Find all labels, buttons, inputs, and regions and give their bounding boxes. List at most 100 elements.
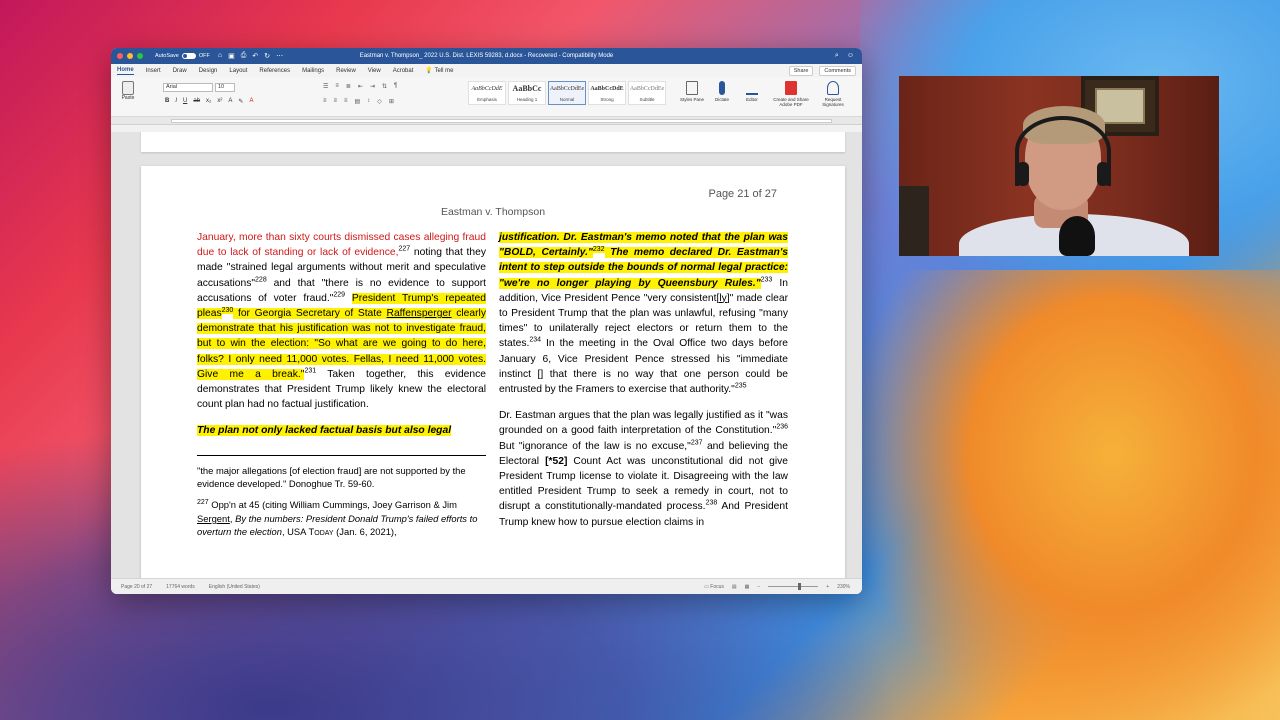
shelf — [899, 186, 929, 256]
tab-design[interactable]: Design — [199, 68, 218, 74]
align-center-icon[interactable]: ≡ — [334, 98, 338, 105]
line-spacing-icon[interactable]: ↕ — [367, 98, 370, 105]
document-page[interactable]: Page 21 of 27 Eastman v. Thompson Januar… — [141, 166, 845, 578]
paragraph: justification. Dr. Eastman's memo noted … — [499, 232, 789, 396]
tell-me-search[interactable]: 💡 Tell me — [425, 67, 453, 74]
web-layout-icon[interactable]: ▦ — [745, 584, 750, 590]
paragraph: Dr. Eastman argues that the plan was leg… — [499, 410, 788, 528]
footnote-ref[interactable]: 232 — [592, 245, 605, 253]
pilcrow-icon[interactable]: ¶ — [394, 83, 397, 90]
autosave-toggle[interactable]: AutoSave OFF — [155, 53, 210, 59]
italic-button[interactable]: I — [175, 98, 177, 105]
tab-acrobat[interactable]: Acrobat — [393, 68, 414, 74]
tabs-right-actions: Share Comments — [788, 65, 856, 76]
zoom-slider[interactable] — [768, 583, 819, 590]
footnote-ref[interactable]: 236 — [776, 424, 788, 431]
word-window: AutoSave OFF ⌂ ▣ ⎙ ↶ ↻ ⋯ Eastman v. Thom… — [111, 48, 862, 594]
font-name-select[interactable]: Arial — [163, 83, 213, 92]
close-button[interactable] — [117, 53, 123, 59]
style-normal[interactable]: AaBbCcDdEe Normal — [548, 81, 586, 105]
zoom-out-icon[interactable]: − — [757, 584, 760, 590]
zoom-thumb[interactable] — [798, 583, 802, 590]
microphone — [1059, 216, 1095, 256]
dictate-button[interactable]: Dictate — [707, 81, 737, 102]
tab-layout[interactable]: Layout — [229, 68, 247, 74]
create-pdf-button[interactable]: Create and Share Adobe PDF — [771, 81, 811, 107]
print-layout-icon[interactable]: ▤ — [732, 584, 737, 590]
highlight-icon[interactable]: ✎ — [238, 98, 243, 105]
tab-insert[interactable]: Insert — [146, 68, 161, 74]
footnote-ref[interactable]: 237 — [691, 439, 703, 446]
horizontal-ruler[interactable] — [111, 117, 862, 125]
paste-button[interactable]: Paste — [119, 81, 137, 101]
tab-view[interactable]: View — [368, 68, 381, 74]
style-emphasis[interactable]: AaBbCcDdE Emphasis — [468, 81, 506, 105]
style-subtitle[interactable]: AaBbCcDdEe Subtitle — [628, 81, 666, 105]
footnote-continuation: "the major allegations [of election frau… — [197, 464, 466, 490]
home-icon[interactable]: ⌂ — [218, 52, 222, 60]
search-icon[interactable]: ⌕ — [835, 52, 839, 60]
strikethrough-button[interactable]: ab — [193, 98, 200, 105]
language-status[interactable]: English (United States) — [209, 584, 260, 590]
redo-icon[interactable]: ↻ — [264, 52, 270, 60]
style-strong[interactable]: AaBbCcDdE Strong — [588, 81, 626, 105]
undo-icon[interactable]: ↶ — [252, 52, 258, 60]
increase-indent-icon[interactable]: ⇥ — [370, 83, 375, 90]
underline-button[interactable]: U — [183, 98, 187, 105]
status-right: ▭ Focus ▤ ▦ − + 230% — [704, 583, 850, 590]
tab-mailings[interactable]: Mailings — [302, 68, 324, 74]
numbering-icon[interactable]: ≡ — [335, 83, 339, 90]
footnote-ref[interactable]: 235 — [735, 383, 747, 390]
zoom-in-icon[interactable]: + — [826, 584, 829, 590]
footnote-ref[interactable]: 229 — [333, 291, 345, 298]
text-effects-icon[interactable]: A — [228, 98, 232, 105]
account-icon[interactable]: ☺ — [847, 52, 854, 60]
save-icon[interactable]: ▣ — [228, 52, 235, 60]
subscript-button[interactable]: x₂ — [206, 98, 211, 105]
share-button[interactable]: Share — [788, 65, 814, 76]
request-signatures-button[interactable]: Request Signatures — [817, 81, 849, 107]
align-right-icon[interactable]: ≡ — [344, 98, 348, 105]
tab-references[interactable]: References — [259, 68, 290, 74]
multilevel-list-icon[interactable]: ≣ — [346, 83, 351, 90]
shading-icon[interactable]: ◇ — [377, 98, 382, 105]
footnote-separator — [197, 454, 486, 456]
paragraph-buttons-row2: ≡ ≡ ≡ ▤ ↕ ◇ ⊞ — [323, 98, 394, 105]
bullets-icon[interactable]: ☰ — [323, 83, 328, 90]
footnote-ref[interactable]: 230 — [221, 306, 234, 314]
footnote-ref[interactable]: 227 — [398, 246, 410, 253]
print-icon[interactable]: ⎙ — [241, 52, 247, 60]
editor-button[interactable]: Editor — [737, 81, 767, 102]
footnote-ref[interactable]: 228 — [255, 276, 267, 283]
footnote-ref[interactable]: 231 — [304, 367, 316, 374]
footnote-ref[interactable]: 233 — [761, 276, 773, 283]
font-size-select[interactable]: 10 — [215, 83, 235, 92]
footnote-ref[interactable]: 238 — [706, 500, 718, 507]
font-color-icon[interactable]: A — [249, 98, 253, 105]
ribbon-tabs: Home Insert Draw Design Layout Reference… — [111, 64, 862, 77]
focus-button[interactable]: ▭ Focus — [704, 584, 724, 590]
zoom-level[interactable]: 230% — [837, 584, 850, 590]
bold-button[interactable]: B — [165, 98, 169, 105]
comments-button[interactable]: Comments — [819, 65, 856, 76]
tab-draw[interactable]: Draw — [173, 68, 187, 74]
superscript-button[interactable]: x² — [217, 98, 222, 105]
styles-pane-button[interactable]: Styles Pane — [677, 81, 707, 102]
minimize-button[interactable] — [127, 53, 133, 59]
zoom-button[interactable] — [137, 53, 143, 59]
borders-icon[interactable]: ⊞ — [389, 98, 394, 105]
sort-icon[interactable]: ⇅ — [382, 83, 387, 90]
footnote-ref[interactable]: 234 — [529, 337, 541, 344]
page-count-status[interactable]: Page 20 of 27 — [121, 584, 152, 590]
footnote-227: 227 Opp'n at 45 (citing William Cummings… — [197, 499, 478, 538]
justify-icon[interactable]: ▤ — [355, 98, 361, 105]
decrease-indent-icon[interactable]: ⇤ — [358, 83, 363, 90]
tab-home[interactable]: Home — [117, 67, 134, 75]
more-icon[interactable]: ⋯ — [276, 52, 283, 60]
ribbon-home: Paste Arial 10 B I U ab x₂ x² A ✎ A ☰ ≡ … — [111, 77, 862, 117]
style-heading-1[interactable]: AaBbCc Heading 1 — [508, 81, 546, 105]
document-canvas[interactable]: Page 21 of 27 Eastman v. Thompson Januar… — [111, 132, 862, 578]
tab-review[interactable]: Review — [336, 68, 356, 74]
word-count-status[interactable]: 17764 words — [166, 584, 195, 590]
align-left-icon[interactable]: ≡ — [323, 98, 327, 105]
